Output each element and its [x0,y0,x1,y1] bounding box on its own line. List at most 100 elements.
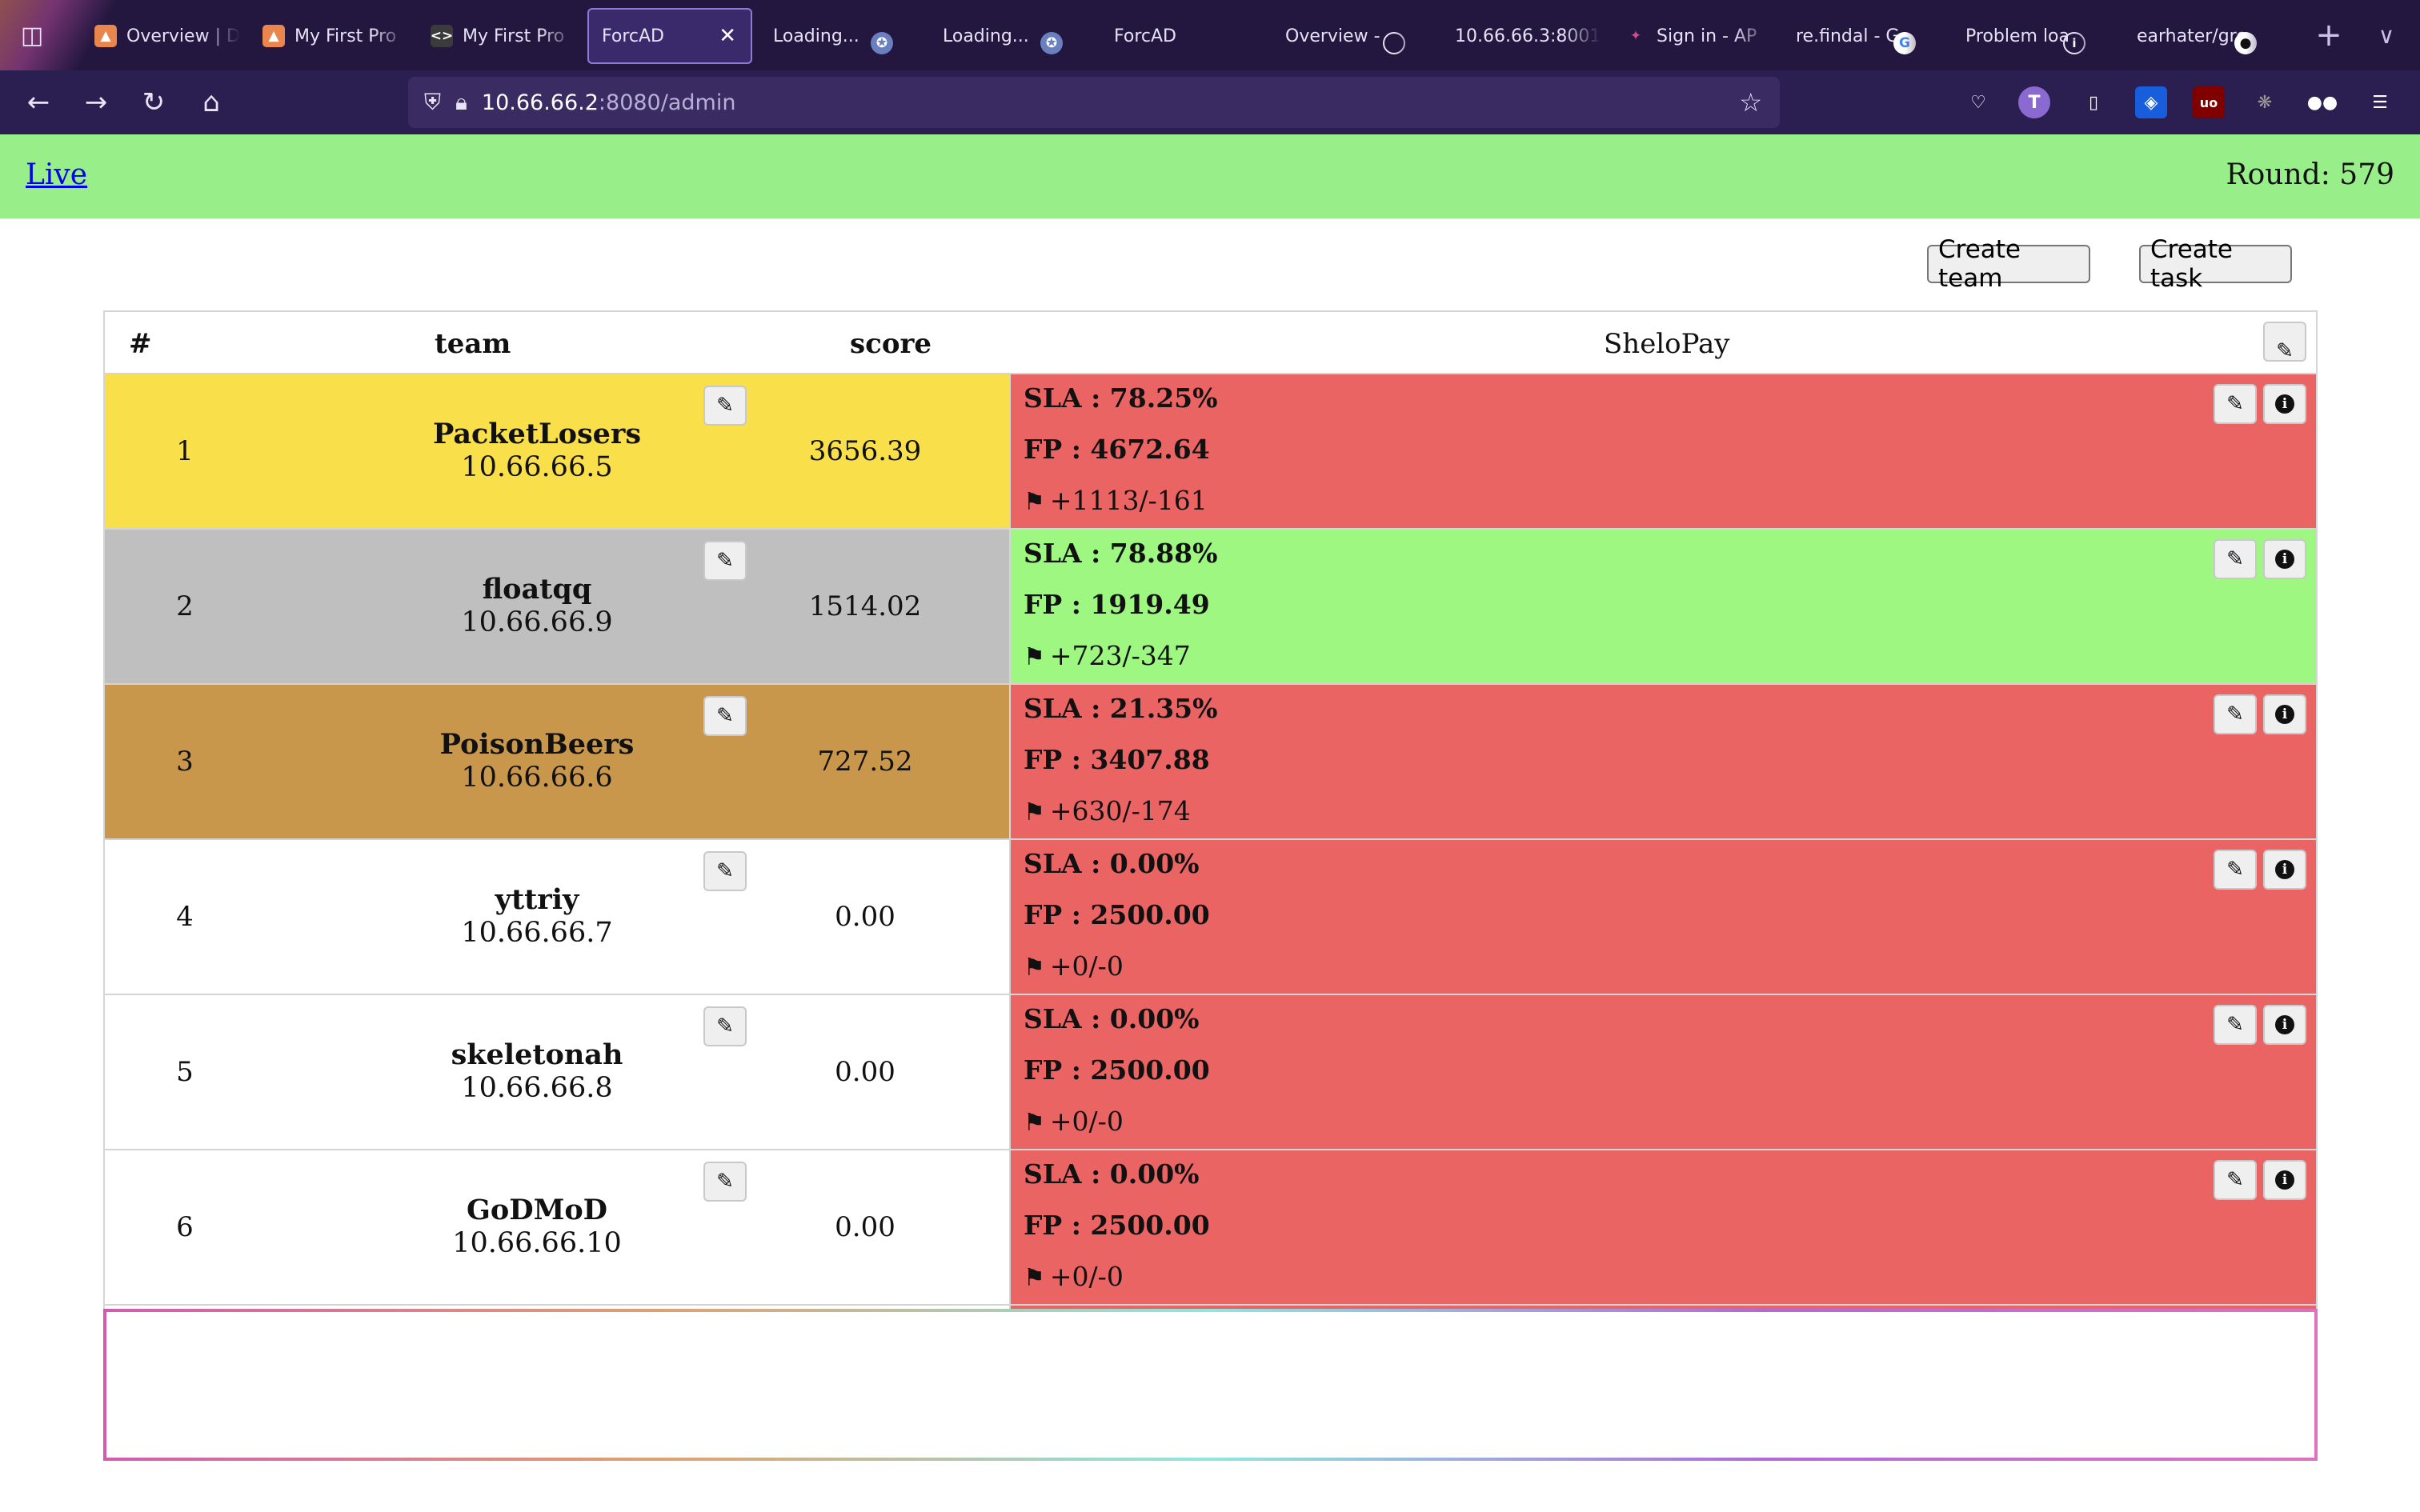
edit-team-button[interactable]: ✎ [703,696,747,736]
edit-team-button[interactable]: ✎ [703,386,747,426]
edit-team-button[interactable]: ✎ [703,1006,747,1046]
rank-number: 4 [176,901,194,933]
tab-9[interactable]: 10.66.66.3:8001 [1434,8,1601,64]
tab-forcad-active[interactable]: ForcAD ✕ [587,8,752,64]
table-header: # team score SheloPay ✎ [105,310,2316,374]
forward-arrow-icon[interactable]: → [72,78,120,126]
edit-teamtask-button[interactable]: ✎ [2214,384,2257,424]
tab-7[interactable]: ForcAD [1093,8,1260,64]
edit-team-button[interactable]: ✎ [703,1162,747,1202]
url-path: :8080/admin [598,90,736,115]
edit-teamtask-button[interactable]: ✎ [2214,850,2257,890]
team-ip: 10.66.66.7 [461,917,613,949]
info-button[interactable]: i [2263,384,2306,424]
flags-value: ⚑ +723/-347 [1024,640,1191,671]
rank-number: 6 [176,1211,194,1243]
back-arrow-icon[interactable]: ← [14,78,62,126]
edit-icon: ✎ [2226,1323,2244,1347]
bookmark-star-icon[interactable]: ☆ [1739,87,1762,118]
edit-teamtask-button[interactable]: ✎ [2214,539,2257,579]
tab-title: earhater/gre [2137,26,2247,46]
task-status-cell: SLA : 0.00% FP : 2500.00 ⚑ +0/-0 ✎ i [1009,840,2316,994]
team-name: PoisonBeers [439,728,635,761]
pocket-icon[interactable]: ♡ [1962,86,1994,118]
info-button[interactable]: i [2263,1315,2306,1355]
tab-title: Loading... [943,26,1029,46]
rank-number: 2 [176,590,194,622]
info-button[interactable]: i [2263,1005,2306,1045]
flags-value: ⚑ +1113/-161 [1024,485,1208,516]
fp-value: FP : 2500.00 [1024,1054,1210,1086]
tab-2[interactable]: ▲ My First Pro [242,8,408,64]
task-status-cell: SLA : 78.88% FP : 1919.49 ⚑ +723/-347 ✎ i [1009,530,2316,683]
create-team-button[interactable]: Create team [1927,235,2090,293]
tab-5[interactable]: ✪ Loading... [752,8,919,64]
tab-1[interactable]: ▲ Overview | D [74,8,240,64]
flags-value: ⚑ +0/-0 [1024,950,1124,982]
tab-6[interactable]: ✪ Loading... [922,8,1088,64]
team-name: skeletonah [451,1038,623,1071]
extensions-puzzle-icon[interactable]: ▯ [2077,86,2109,118]
url-bar[interactable]: ⛨ 🔒︎ 10.66.66.2 :8080/admin ☆ [408,77,1780,128]
edit-icon: ✎ [2226,1013,2244,1037]
sidebar-toggle-icon[interactable]: ◫ [0,0,64,70]
status-bar: Live Round: 579 [0,134,2420,218]
sla-value: SLA : 21.35% [1024,693,1218,724]
ublock-icon[interactable]: uo [2193,86,2225,118]
close-tab-icon[interactable]: ✕ [719,24,736,48]
edit-team-button[interactable]: ✎ [703,851,747,891]
tab-title: Problem loa [1965,26,2069,46]
tab-11[interactable]: G re.findal - G [1775,8,1941,64]
tab-title: ForcAD [602,26,664,46]
tab-10[interactable]: ✦ Sign in - AP [1604,8,1770,64]
edit-teamtask-button[interactable]: ✎ [2214,1160,2257,1200]
tab-3[interactable]: <> My First Pro [410,8,576,64]
flags-value: ⚑ +131/-1915 [1024,1416,1208,1447]
team-cell: 3 PoisonBeers 10.66.66.6 ✎ 727.52 [105,685,1009,838]
table-row: 5 skeletonah 10.66.66.8 ✎ 0.00 SLA : 0.0… [105,995,2316,1150]
bitwarden-icon[interactable]: ◈ [2135,86,2167,118]
edit-teamtask-button[interactable]: ✎ [2214,1005,2257,1045]
sla-value: SLA : 78.25% [1024,382,1218,414]
edit-team-button[interactable]: ✎ [703,541,747,581]
lock-icon[interactable]: 🔒︎ [455,89,467,116]
info-button[interactable]: i [2263,539,2306,579]
edit-teamtask-button[interactable]: ✎ [2214,1315,2257,1355]
menu-icon[interactable]: ☰ [2364,86,2396,118]
bug-icon[interactable]: ❋ [2249,86,2281,118]
tab-13[interactable]: ● earhater/gre [2116,8,2282,64]
tab-8[interactable]: Overview - [1264,8,1431,64]
url-host: 10.66.66.2 [481,90,599,115]
reload-icon[interactable]: ↻ [130,78,178,126]
scoreboard-table: # team score SheloPay ✎ 1 PacketLosers 1… [103,310,2318,1461]
team-score: 727.52 [817,746,913,778]
shield-icon[interactable]: ⛨ [424,89,441,116]
glasses-icon[interactable]: ●● [2306,86,2338,118]
team-ip: 10.66.66.9 [461,606,613,638]
sla-value: SLA : 78.88% [1024,538,1218,569]
edit-icon: ✎ [2226,1168,2244,1192]
header-num: # [129,328,152,360]
home-icon[interactable]: ⌂ [187,78,235,126]
profile-avatar-icon[interactable]: T [2018,86,2050,118]
edit-team-button[interactable]: ✎ [703,1317,747,1357]
edit-teamtask-button[interactable]: ✎ [2214,694,2257,734]
live-link[interactable]: Live [26,158,87,191]
team-cell: 6 GoDMoD 10.66.66.10 ✎ 0.00 [105,1150,1009,1304]
rank-number: 3 [176,746,194,778]
fp-value: FP : 0.00 [1024,1365,1155,1396]
chevron-down-icon[interactable]: ∨ [2362,11,2410,59]
table-row: 7 greenhaze (NPC) 10.66.66.3 ✎ 0.00 SLA … [105,1306,2316,1461]
flag-icon: ⚑ [1024,488,1045,516]
team-score: 3656.39 [808,435,922,467]
info-button[interactable]: i [2263,850,2306,890]
new-tab-icon[interactable]: + [2305,11,2353,59]
task-status-cell: SLA : 0.00% FP : 2500.00 ⚑ +0/-0 ✎ i [1009,995,2316,1149]
tab-12[interactable]: i Problem loa [1945,8,2111,64]
table-row: 1 PacketLosers 10.66.66.5 ✎ 3656.39 SLA … [105,374,2316,530]
info-button[interactable]: i [2263,694,2306,734]
create-task-button[interactable]: Create task [2139,235,2292,293]
team-name: floatqq [482,573,592,606]
info-button[interactable]: i [2263,1160,2306,1200]
edit-task-button[interactable]: ✎ [2263,322,2306,363]
